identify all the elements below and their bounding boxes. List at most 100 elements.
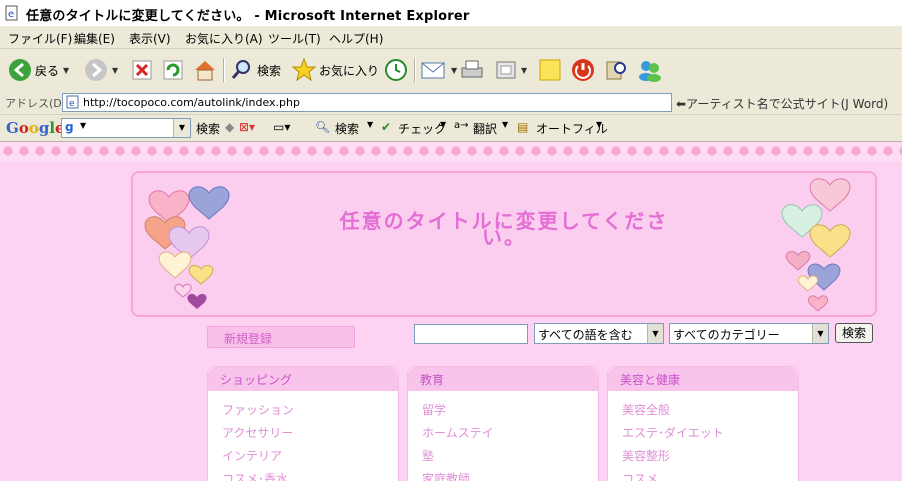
translate-icon: a→ <box>454 120 469 131</box>
chevron-down-icon: ▼ <box>440 120 447 129</box>
menu-tools[interactable]: ツール(T) <box>268 30 321 47</box>
research-button[interactable] <box>604 57 628 83</box>
highlight-icon[interactable]: ◆ <box>225 120 234 134</box>
web-page: 任意のタイトルに変更してください。 新規登録 すべての語を含む ▼ すべてのカテ… <box>0 142 902 481</box>
back-label: 戻る <box>35 63 60 78</box>
forward-button[interactable]: ▼ <box>84 57 118 83</box>
ie-page-icon: e <box>5 5 18 21</box>
app-button[interactable] <box>571 57 595 83</box>
spellcheck-button[interactable]: チェック <box>398 120 446 137</box>
google-search-input[interactable]: g ▼ ▼ <box>61 118 191 138</box>
category-header[interactable]: ショッピング <box>208 367 398 391</box>
chevron-down-icon: ▼ <box>367 120 374 129</box>
category-link[interactable]: ホームステイ <box>422 424 494 441</box>
category-header[interactable]: 教育 <box>408 367 598 391</box>
category-header[interactable]: 美容と健康 <box>608 367 798 391</box>
search-submit-button[interactable]: 検索 <box>835 323 873 343</box>
chevron-down-icon: ▼ <box>63 65 70 75</box>
translate-button[interactable]: 翻訳 <box>473 120 497 137</box>
search-label: 検索 <box>257 63 282 78</box>
printer-icon <box>461 60 483 78</box>
notes-button[interactable] <box>538 57 562 83</box>
category-link[interactable]: エステ･ダイエット <box>622 424 724 441</box>
category-box-shopping: ショッピング ファッション アクセサリー インテリア コスメ･香水 <box>207 366 399 481</box>
category-link[interactable]: ファッション <box>222 401 294 418</box>
match-select-value: すべての語を含む <box>538 328 633 342</box>
edit-button[interactable]: ▼ <box>495 57 527 83</box>
category-link[interactable]: インテリア <box>222 447 282 464</box>
category-link[interactable]: 家庭教師 <box>422 470 470 481</box>
category-link[interactable]: 美容全般 <box>622 401 670 418</box>
menu-view[interactable]: 表示(V) <box>129 30 171 47</box>
back-arrow-icon <box>9 59 31 81</box>
header-banner: 任意のタイトルに変更してください。 <box>131 171 877 317</box>
window-title: 任意のタイトルに変更してください。 - Microsoft Internet E… <box>26 9 470 24</box>
chevron-down-icon: ▼ <box>112 65 119 75</box>
category-link[interactable]: 美容整形 <box>622 447 670 464</box>
menu-favorites[interactable]: お気に入り(A) <box>185 30 263 47</box>
power-icon <box>572 59 594 81</box>
chevron-down-icon: ▼ <box>596 120 603 129</box>
address-label: アドレス(D) <box>5 97 67 110</box>
google-search-button[interactable]: 検索 <box>196 120 220 137</box>
address-url: http://tocopoco.com/autolink/index.php <box>83 96 300 109</box>
address-bar: アドレス(D) e http://tocopoco.com/autolink/i… <box>0 91 902 115</box>
favorites-button[interactable]: お気に入り <box>292 57 379 83</box>
refresh-button[interactable] <box>162 57 184 83</box>
category-link[interactable]: コスメ <box>622 470 658 481</box>
svg-text:e: e <box>8 9 14 20</box>
register-label: 新規登録 <box>224 332 273 346</box>
autofill-icon: ▤ <box>517 120 529 134</box>
edit-page-icon <box>496 61 516 79</box>
category-link[interactable]: アクセサリー <box>222 424 293 441</box>
site-title: 任意のタイトルに変更してください。 <box>339 209 669 249</box>
search-button[interactable]: 検索 <box>230 57 281 83</box>
home-button[interactable] <box>193 57 217 83</box>
links-text[interactable]: ⬅アーティスト名で公式サイト(J Word) <box>676 95 888 112</box>
chevron-down-icon: ▼ <box>521 65 528 75</box>
messenger-icon <box>639 61 661 82</box>
google-dropdown-icon[interactable]: ▼ <box>173 119 190 137</box>
category-select[interactable]: すべてのカテゴリー ▼ <box>669 323 829 344</box>
title-bar: e 任意のタイトルに変更してください。 - Microsoft Internet… <box>0 0 902 27</box>
heart-border <box>0 142 902 162</box>
back-button[interactable]: 戻る ▼ <box>8 57 69 83</box>
menu-file[interactable]: ファイル(F) <box>8 30 72 47</box>
sticky-note-icon <box>539 59 561 81</box>
google-search2-button[interactable]: 検索 <box>335 120 359 137</box>
chevron-down-icon: ▼ <box>812 324 828 343</box>
history-icon <box>385 59 407 81</box>
favorites-label: お気に入り <box>319 63 380 78</box>
history-button[interactable] <box>384 57 408 83</box>
category-select-value: すべてのカテゴリー <box>673 328 780 342</box>
page-icon: e <box>66 95 79 109</box>
mail-icon <box>421 62 445 79</box>
category-link[interactable]: 留学 <box>422 401 446 418</box>
chevron-down-icon: ▼ <box>647 324 663 343</box>
options-icon[interactable]: ▭▾ <box>273 120 290 134</box>
search-input[interactable] <box>414 324 528 344</box>
address-field[interactable]: e http://tocopoco.com/autolink/index.php <box>62 93 672 112</box>
hearts-right-icon <box>781 178 851 312</box>
mail-button[interactable]: ▼ <box>421 57 457 83</box>
menu-help[interactable]: ヘルプ(H) <box>329 30 383 47</box>
category-box-education: 教育 留学 ホームステイ 塾 家庭教師 <box>407 366 599 481</box>
messenger-button[interactable] <box>637 57 663 83</box>
search-icon <box>231 60 250 79</box>
svg-text:e: e <box>69 99 75 109</box>
refresh-icon <box>163 60 183 80</box>
popup-blocker-icon[interactable]: ⊠▾ <box>239 120 255 134</box>
chevron-down-icon: ▼ <box>80 121 87 130</box>
print-button[interactable] <box>460 57 484 83</box>
google-logo: Google <box>6 119 65 137</box>
match-select[interactable]: すべての語を含む ▼ <box>534 323 664 344</box>
category-box-beauty: 美容と健康 美容全般 エステ･ダイエット 美容整形 コスメ <box>607 366 799 481</box>
standard-toolbar: 戻る ▼ ▼ 検索 お気に入り ▼ ▼ <box>0 49 902 92</box>
register-button[interactable]: 新規登録 <box>207 326 355 348</box>
category-title: ショッピング <box>220 373 293 387</box>
category-link[interactable]: コスメ･香水 <box>222 470 288 481</box>
category-link[interactable]: 塾 <box>422 447 434 464</box>
hearts-left-icon <box>144 186 230 309</box>
stop-button[interactable] <box>131 57 153 83</box>
menu-edit[interactable]: 編集(E) <box>74 30 115 47</box>
